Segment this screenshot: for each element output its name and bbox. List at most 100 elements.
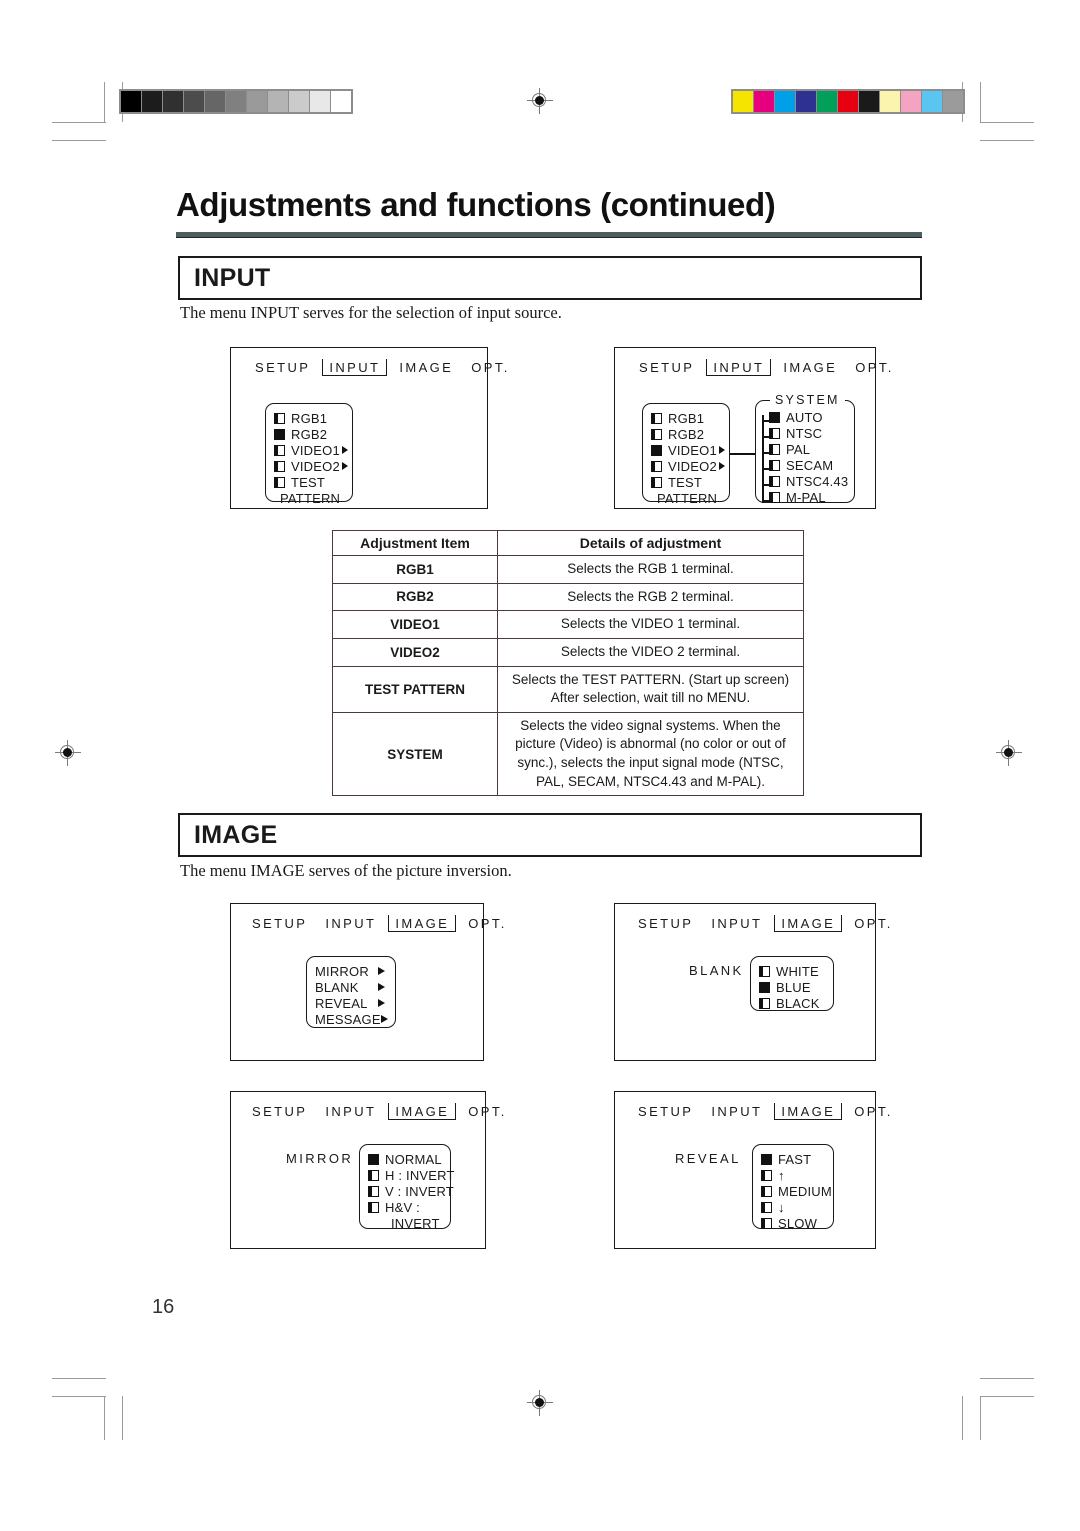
checkbox-icon[interactable] (651, 476, 662, 488)
osd-option-row[interactable]: ↑ (761, 1167, 823, 1183)
osd-option-row[interactable]: VIDEO2 (274, 458, 348, 474)
osd-tab-setup[interactable]: SETUP (243, 1104, 316, 1119)
osd-tab-opt[interactable]: OPT. (459, 1104, 516, 1119)
osd-system-option-row[interactable]: M-PAL (769, 489, 844, 505)
checkbox-icon[interactable] (769, 443, 780, 455)
checkbox-icon[interactable] (651, 428, 662, 440)
osd-option-label: BLACK (776, 995, 820, 1011)
osd-option-row[interactable]: NORMAL (368, 1151, 442, 1167)
osd-tab-opt[interactable]: OPT. (462, 360, 519, 375)
osd-option-row[interactable]: TEST (274, 474, 342, 490)
osd-option-row[interactable]: BLACK (759, 995, 823, 1011)
checkbox-icon[interactable] (761, 1201, 772, 1213)
checkbox-icon[interactable] (769, 475, 780, 487)
checkbox-icon[interactable] (769, 491, 780, 503)
osd-option-row[interactable]: H : INVERT (368, 1167, 454, 1183)
grayscale-swatch (331, 91, 351, 112)
osd-option-row[interactable]: VIDEO1 (274, 442, 348, 458)
table-cell-item: RGB2 (332, 582, 498, 612)
checkbox-selected-icon[interactable] (651, 444, 662, 456)
osd-menu-row[interactable]: REVEAL (315, 995, 385, 1011)
osd-system-option-row[interactable]: PAL (769, 441, 844, 457)
osd-system-option-label: SECAM (786, 457, 834, 473)
submenu-arrow-icon (718, 462, 725, 470)
osd-tab-image[interactable]: IMAGE (774, 1103, 843, 1120)
osd-option-row[interactable]: INVERT (368, 1215, 440, 1231)
checkbox-icon[interactable] (274, 460, 285, 472)
osd-tab-setup[interactable]: SETUP (629, 1104, 702, 1119)
osd-menu-row[interactable]: BLANK (315, 979, 385, 995)
osd-option-row[interactable]: MEDIUM (761, 1183, 832, 1199)
osd-tab-input[interactable]: INPUT (316, 916, 385, 931)
osd-option-row[interactable]: RGB1 (651, 410, 719, 426)
checkbox-selected-icon[interactable] (769, 411, 780, 423)
checkbox-icon[interactable] (651, 412, 662, 424)
checkbox-icon[interactable] (274, 412, 285, 424)
system-connector-tick (762, 500, 769, 502)
osd-tab-input[interactable]: INPUT (322, 359, 388, 376)
osd-option-row[interactable]: TEST (651, 474, 719, 490)
osd-tab-opt[interactable]: OPT. (845, 916, 902, 931)
osd-tab-opt[interactable]: OPT. (459, 916, 516, 931)
osd-system-option-row[interactable]: NTSC (769, 425, 844, 441)
checkbox-icon[interactable] (761, 1169, 772, 1181)
osd-option-row[interactable]: H&V : (368, 1199, 440, 1215)
checkbox-icon[interactable] (368, 1185, 379, 1197)
osd-tab-setup[interactable]: SETUP (246, 360, 319, 375)
osd-tab-image[interactable]: IMAGE (388, 1103, 457, 1120)
osd-tab-input[interactable]: INPUT (702, 916, 771, 931)
osd-tab-input[interactable]: INPUT (706, 359, 772, 376)
osd-option-row[interactable]: V : INVERT (368, 1183, 454, 1199)
osd-tab-input[interactable]: INPUT (702, 1104, 771, 1119)
osd-menu-row[interactable]: MIRROR (315, 963, 385, 979)
osd-group-label-blank: BLANK (689, 963, 744, 978)
osd-tab-image[interactable]: IMAGE (390, 360, 462, 375)
osd-option-row[interactable]: PATTERN (274, 490, 342, 506)
osd-option-row[interactable]: VIDEO1 (651, 442, 725, 458)
checkbox-icon[interactable] (651, 460, 662, 472)
system-connector-tick (762, 452, 769, 454)
osd-tab-image[interactable]: IMAGE (774, 915, 843, 932)
osd-option-row[interactable]: ↓ (761, 1199, 823, 1215)
osd-option-row[interactable]: FAST (761, 1151, 823, 1167)
osd-tab-setup[interactable]: SETUP (629, 916, 702, 931)
submenu-arrow-icon (718, 446, 725, 454)
osd-tab-opt[interactable]: OPT. (846, 360, 903, 375)
osd-option-row[interactable]: RGB2 (274, 426, 342, 442)
submenu-arrow-icon (378, 983, 385, 991)
checkbox-selected-icon[interactable] (759, 981, 770, 993)
osd-system-option-row[interactable]: NTSC4.43 (769, 473, 848, 489)
osd-tab-opt[interactable]: OPT. (845, 1104, 902, 1119)
osd-option-row[interactable]: PATTERN (651, 490, 719, 506)
osd-option-row[interactable]: BLUE (759, 979, 823, 995)
checkbox-icon[interactable] (761, 1185, 772, 1197)
osd-list-mirror-options: NORMAL H : INVERT V : INVERT H&V : INVERT (359, 1144, 454, 1231)
osd-option-row[interactable]: RGB1 (274, 410, 342, 426)
checkbox-icon[interactable] (761, 1217, 772, 1229)
osd-tab-setup[interactable]: SETUP (630, 360, 703, 375)
osd-option-row[interactable]: RGB2 (651, 426, 719, 442)
osd-system-option-row[interactable]: AUTO (769, 409, 844, 425)
checkbox-selected-icon[interactable] (761, 1153, 772, 1165)
grayscale-swatch (163, 91, 183, 112)
checkbox-icon[interactable] (368, 1169, 379, 1181)
checkbox-selected-icon[interactable] (274, 428, 285, 440)
checkbox-selected-icon[interactable] (368, 1153, 379, 1165)
checkbox-icon[interactable] (759, 997, 770, 1009)
checkbox-icon[interactable] (759, 965, 770, 977)
osd-option-row[interactable]: VIDEO2 (651, 458, 725, 474)
osd-tab-image[interactable]: IMAGE (774, 360, 846, 375)
osd-option-row[interactable]: SLOW (761, 1215, 823, 1231)
osd-tab-setup[interactable]: SETUP (243, 916, 316, 931)
checkbox-icon[interactable] (769, 459, 780, 471)
osd-tab-image[interactable]: IMAGE (388, 915, 457, 932)
osd-tab-input[interactable]: INPUT (316, 1104, 385, 1119)
osd-option-row[interactable]: WHITE (759, 963, 823, 979)
submenu-arrow-icon (378, 999, 385, 1007)
checkbox-icon[interactable] (769, 427, 780, 439)
checkbox-icon[interactable] (274, 476, 285, 488)
osd-system-option-row[interactable]: SECAM (769, 457, 844, 473)
checkbox-icon[interactable] (274, 444, 285, 456)
checkbox-icon[interactable] (368, 1201, 379, 1213)
osd-menu-row[interactable]: MESSAGE (315, 1011, 388, 1027)
